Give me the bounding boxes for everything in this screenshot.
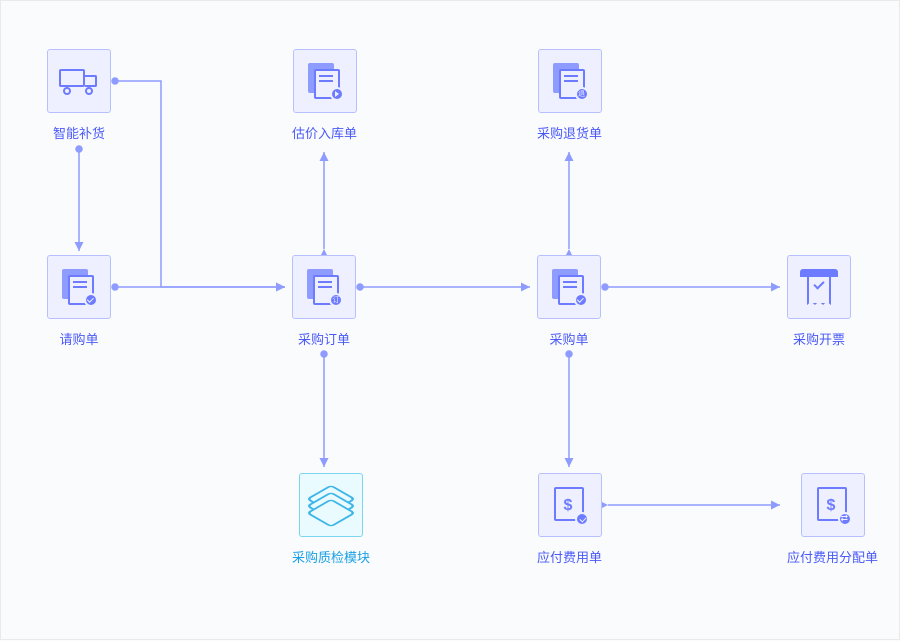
node-valuation-inbound[interactable]: 估价入库单	[292, 49, 357, 142]
document-check-icon	[537, 255, 601, 319]
node-label: 采购退货单	[537, 123, 602, 142]
node-label: 估价入库单	[292, 123, 357, 142]
truck-icon	[47, 49, 111, 113]
money-swap-icon: $	[801, 473, 865, 537]
node-payable-expense[interactable]: $ 应付费用单	[537, 473, 602, 566]
node-label: 应付费用单	[537, 547, 602, 566]
node-purchase-qc[interactable]: 采购质检模块	[292, 473, 370, 566]
document-arrow-icon	[293, 49, 357, 113]
node-label: 智能补货	[53, 123, 105, 142]
node-purchase-return[interactable]: 退 采购退货单	[537, 49, 602, 142]
document-return-icon: 退	[538, 49, 602, 113]
node-label: 应付费用分配单	[787, 547, 878, 566]
money-check-icon: $	[538, 473, 602, 537]
document-order-icon: 订	[292, 255, 356, 319]
node-label: 采购开票	[793, 329, 845, 348]
connector-layer	[1, 1, 900, 641]
flow-canvas: 智能补货 估价入库单 退 采购退货单 请购单 订 采购订单 采购单	[1, 1, 899, 639]
document-check-icon	[47, 255, 111, 319]
receipt-icon	[787, 255, 851, 319]
node-purchase-receipt[interactable]: 采购单	[537, 255, 601, 348]
node-label: 采购订单	[298, 329, 350, 348]
node-purchase-invoice[interactable]: 采购开票	[787, 255, 851, 348]
node-smart-replenish[interactable]: 智能补货	[47, 49, 111, 142]
node-label: 请购单	[59, 329, 98, 348]
node-purchase-request[interactable]: 请购单	[47, 255, 111, 348]
node-label: 采购单	[549, 329, 588, 348]
layers-icon	[299, 473, 363, 537]
node-purchase-order[interactable]: 订 采购订单	[292, 255, 356, 348]
node-payable-alloc[interactable]: $ 应付费用分配单	[787, 473, 878, 566]
node-label: 采购质检模块	[292, 547, 370, 566]
